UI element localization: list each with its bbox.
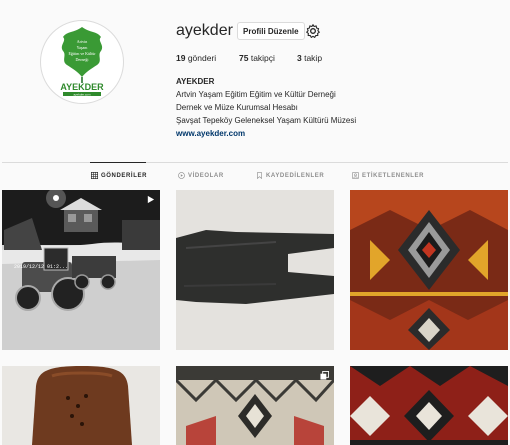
video-icon <box>178 172 185 179</box>
bio-name: AYEKDER <box>176 77 215 86</box>
avatar[interactable]: Artvin Yaşam Eğitim ve Kültür Derneği AY… <box>40 20 124 104</box>
bookmark-icon <box>257 172 262 179</box>
followers-stat[interactable]: 75 takipçi <box>239 53 275 63</box>
gear-icon[interactable] <box>305 23 321 39</box>
post-tile[interactable] <box>176 366 334 445</box>
following-label: takip <box>301 53 323 63</box>
logo-line-1: Artvin <box>77 39 87 44</box>
tab-saved[interactable]: KAYDEDİLENLER <box>256 172 324 179</box>
bio-website-link[interactable]: www.ayekder.com <box>176 127 356 140</box>
profile-header: Artvin Yaşam Eğitim ve Kültür Derneği AY… <box>0 0 510 150</box>
post-image <box>176 190 334 350</box>
profile-tabs: GÖNDERİLER VİDEOLAR KAYDEDİLENLER ETİKET… <box>0 172 510 184</box>
grid-icon <box>91 172 98 179</box>
followers-label: takipçi <box>248 53 275 63</box>
post-image <box>176 366 334 445</box>
post-tile[interactable] <box>350 190 508 350</box>
posts-grid: 2019/12/12 01:2... <box>0 190 510 445</box>
post-tile[interactable] <box>2 366 160 445</box>
bio-line-3: Şavşat Tepeköy Geleneksel Yaşam Kültürü … <box>176 116 357 125</box>
tabs-divider <box>2 162 508 163</box>
logo-footer: ayekder.com <box>73 92 91 96</box>
tab-posts[interactable]: GÖNDERİLER <box>91 172 147 179</box>
active-tab-indicator <box>90 162 146 163</box>
ayekder-logo: Artvin Yaşam Eğitim ve Kültür Derneği AY… <box>60 27 104 96</box>
tag-icon <box>352 172 359 179</box>
edit-profile-button[interactable]: Profili Düzenle <box>237 22 305 40</box>
posts-count-stat: 19 gönderi <box>176 53 216 63</box>
tab-posts-label: GÖNDERİLER <box>101 172 148 179</box>
profile-username: ayekder <box>176 22 233 39</box>
logo-line-3: Eğitim ve Kültür <box>68 51 96 56</box>
profile-bio: AYEKDER Artvin Yaşam Eğitim Eğitim ve Kü… <box>176 75 356 140</box>
bio-line-2: Dernek ve Müze Kurumsal Hesabı <box>176 103 298 112</box>
logo-line-2: Yaşam <box>77 45 89 50</box>
tab-tagged-label: ETİKETLENENLER <box>362 172 425 179</box>
video-badge-icon <box>147 195 155 204</box>
post-tile[interactable] <box>350 366 508 445</box>
logo-line-4: Derneği <box>76 57 90 62</box>
post-image <box>350 366 508 445</box>
post-image <box>350 190 508 350</box>
post-tile[interactable] <box>176 190 334 350</box>
post-image <box>2 366 160 445</box>
logo-name: AYEKDER <box>60 82 104 92</box>
post-timestamp-overlay: 2019/12/12 01:2... <box>14 264 68 270</box>
tab-videos-label: VİDEOLAR <box>188 172 224 179</box>
post-image: 2019/12/12 01:2... <box>2 190 160 350</box>
bio-line-1: Artvin Yaşam Eğitim Eğitim ve Kültür Der… <box>176 90 336 99</box>
post-tile[interactable]: 2019/12/12 01:2... <box>2 190 160 350</box>
tab-saved-label: KAYDEDİLENLER <box>266 172 325 179</box>
following-stat[interactable]: 3 takip <box>297 53 322 63</box>
posts-label: gönderi <box>185 53 217 63</box>
tab-videos[interactable]: VİDEOLAR <box>178 172 224 179</box>
carousel-badge-icon <box>320 371 329 380</box>
tab-tagged[interactable]: ETİKETLENENLER <box>352 172 424 179</box>
